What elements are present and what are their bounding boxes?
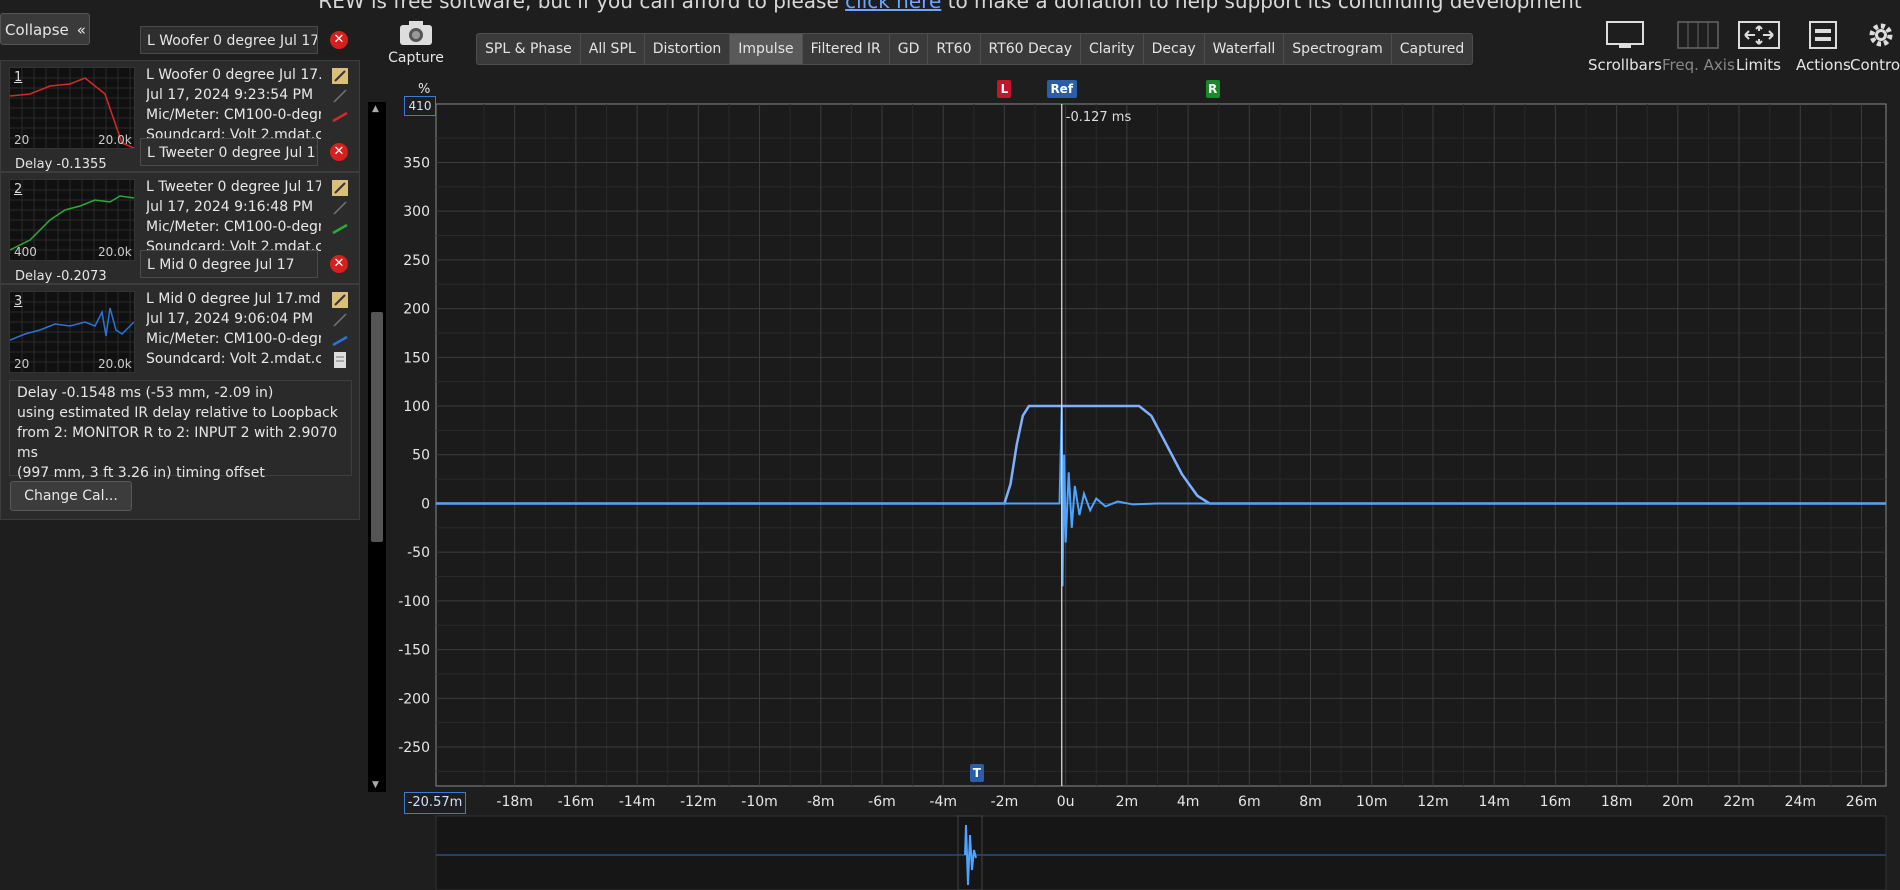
x-tick-label: -2m [991,794,1019,810]
y-max-field[interactable]: 410 [404,96,436,116]
y-tick-label: -250 [398,740,430,756]
y-unit-label: % [418,82,431,97]
cursor-readout: -0.127 ms [1065,110,1132,125]
x-tick-label: 12m [1417,794,1448,810]
x-tick-label: -8m [807,794,835,810]
y-tick-label: -50 [407,545,430,561]
x-tick-label: 0u [1057,794,1075,810]
y-tick-label: 350 [403,155,430,171]
right-window-marker[interactable]: R [1205,80,1220,98]
x-tick-label: 20m [1662,794,1693,810]
y-tick-label: 150 [403,350,430,366]
y-tick-label: 0 [421,496,430,512]
x-tick-label: 8m [1299,794,1322,810]
x-tick-label: -6m [868,794,896,810]
t-marker[interactable]: T [969,764,984,782]
x-tick-label: 2m [1116,794,1139,810]
overview-strip [435,815,1887,890]
x-tick-label: -10m [741,794,778,810]
plot-area [435,103,1887,787]
x-tick-label: 18m [1601,794,1632,810]
y-tick-label: 100 [403,399,430,415]
x-tick-label: -14m [619,794,656,810]
x-tick-label: 10m [1356,794,1387,810]
x-tick-label: -12m [680,794,717,810]
x-tick-label: 16m [1540,794,1571,810]
impulse-graph[interactable]: -18m -16m -14m -12m -10m -8m -6m -4m -2m 0u 2m 4m 6m… [0,0,1900,890]
y-tick-label: -100 [398,594,430,610]
y-tick-label: -150 [398,643,430,659]
y-tick-label: 50 [412,448,430,464]
x-tick-label: 22m [1723,794,1754,810]
x-tick-label: 14m [1478,794,1509,810]
x-tick-label: 4m [1177,794,1200,810]
x-tick-label: -4m [929,794,957,810]
x-tick-label: 26m [1846,794,1877,810]
x-min-field[interactable]: -20.57m [404,792,466,814]
left-window-marker[interactable]: L [997,80,1012,98]
x-tick-label: -18m [496,794,533,810]
ref-marker[interactable]: Ref [1046,80,1077,98]
x-tick-label: -16m [558,794,595,810]
y-tick-label: -200 [398,691,430,707]
x-tick-label: 24m [1785,794,1816,810]
y-tick-label: 250 [403,253,430,269]
x-tick-label: 6m [1238,794,1261,810]
y-tick-label: 200 [403,302,430,318]
y-tick-label: 300 [403,204,430,220]
